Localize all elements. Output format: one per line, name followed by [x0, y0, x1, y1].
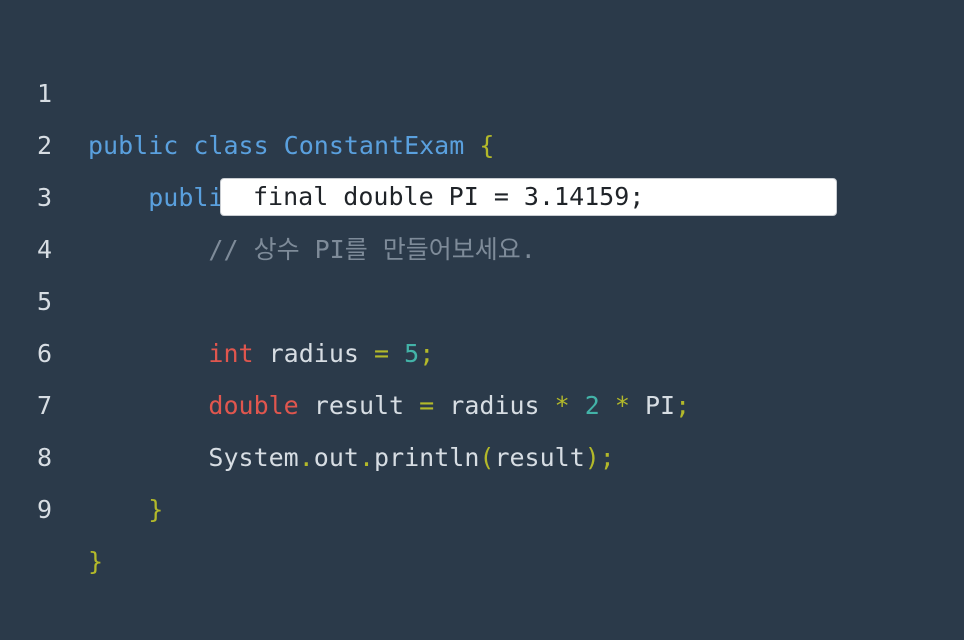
- line-number: 9: [36, 495, 52, 524]
- code-editor: 1 public class ConstantExam { 2 public s…: [0, 16, 964, 576]
- code-token: }: [88, 547, 104, 576]
- code-line-3: 3 // 상수 PI를 만들어보세요.: [0, 120, 964, 264]
- code-line-6: 6 double result = radius * 2 * PI;: [0, 276, 964, 420]
- answer-input-value[interactable]: final double PI = 3.14159;: [253, 179, 644, 215]
- code-line-8: 8 }: [0, 380, 964, 524]
- code-line-7: 7 System.out.println(result);: [0, 328, 964, 472]
- code-line-5: 5 int radius = 5;: [0, 224, 964, 368]
- code-line-9: 9 }: [0, 432, 964, 576]
- code-text: }: [88, 484, 163, 536]
- answer-input[interactable]: final double PI = 3.14159;: [220, 178, 837, 216]
- code-text: }: [88, 536, 103, 588]
- code-line-1: 1 public class ConstantExam {: [0, 16, 964, 160]
- code-line-2: 2 public static void main(String[] args)…: [0, 68, 964, 212]
- code-token: }: [148, 495, 164, 524]
